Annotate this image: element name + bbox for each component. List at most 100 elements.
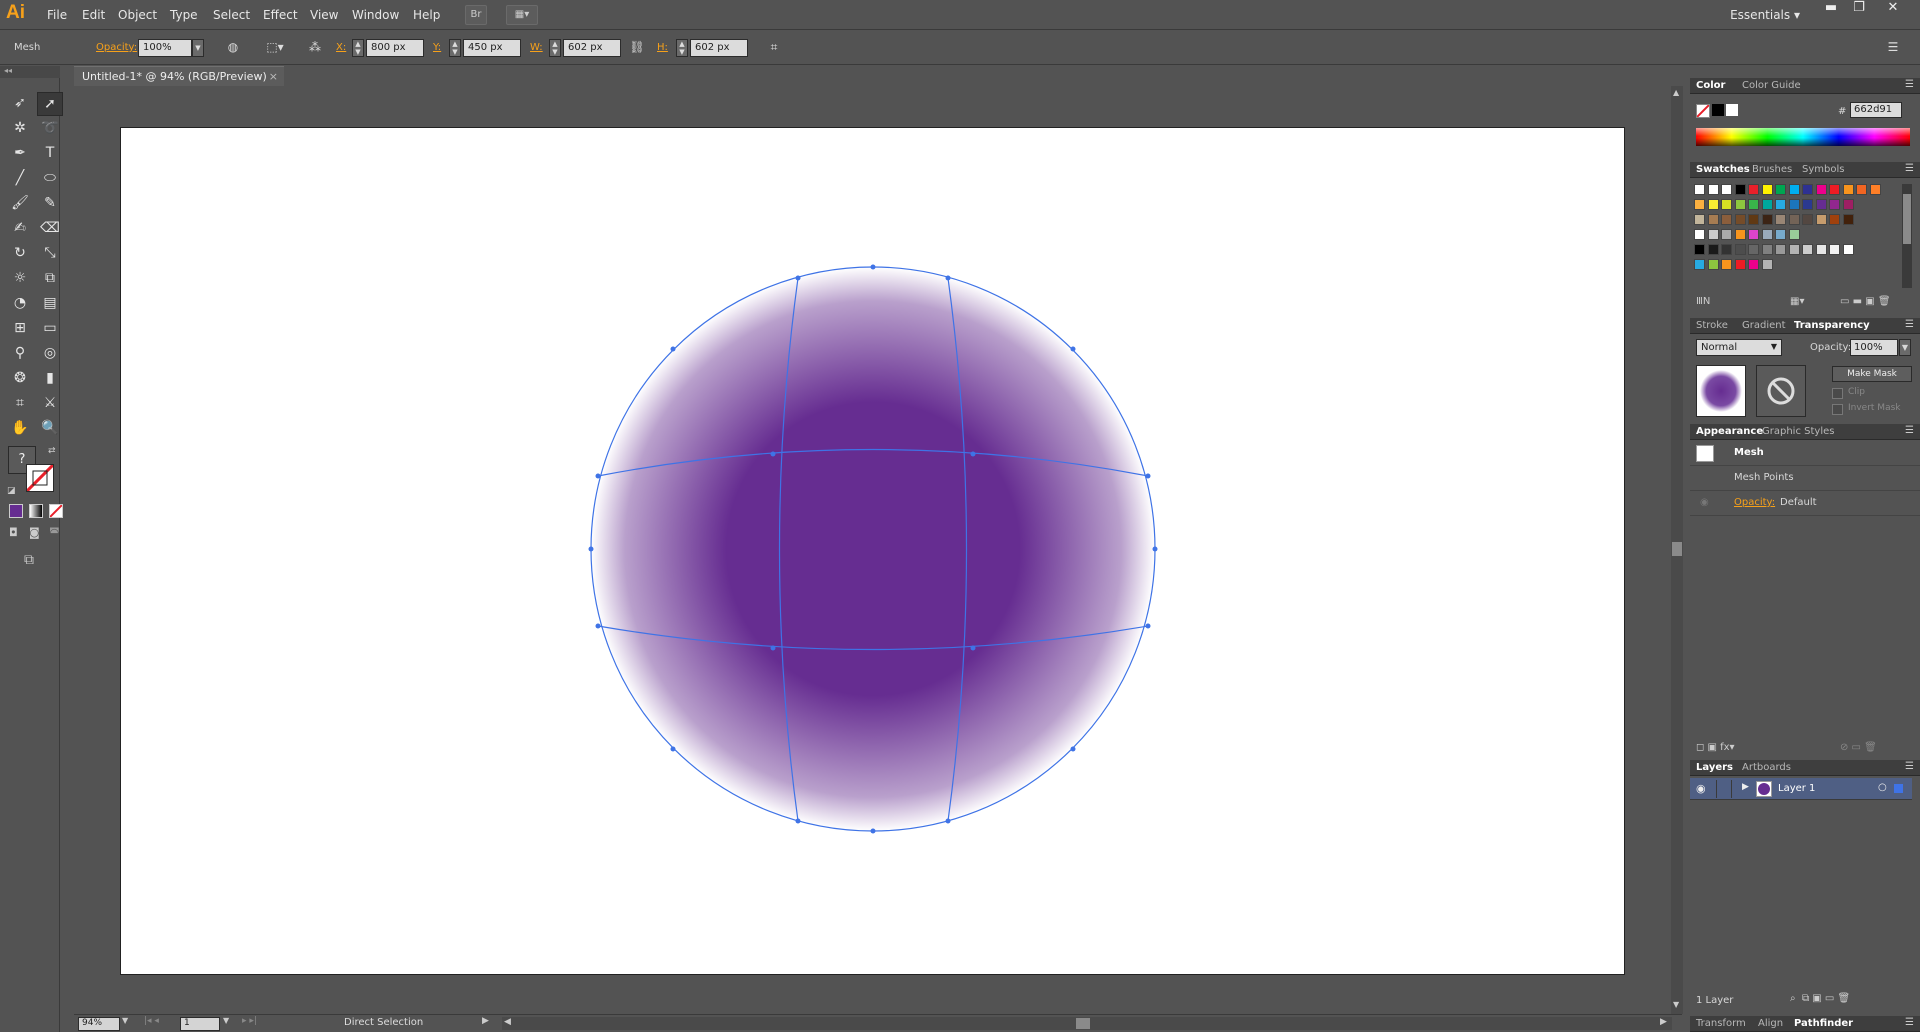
vertical-scrollbar[interactable]: ▲ ▼ bbox=[1671, 86, 1683, 1014]
swatch[interactable] bbox=[1842, 184, 1854, 195]
h-field[interactable]: 602 px bbox=[690, 39, 748, 57]
transparency-opacity-field[interactable]: 100% bbox=[1850, 339, 1898, 356]
artboard-number-field[interactable]: 1 bbox=[180, 1017, 220, 1031]
type-tool-icon[interactable]: T bbox=[37, 142, 63, 166]
swatch[interactable] bbox=[1829, 244, 1840, 255]
swatch[interactable] bbox=[1802, 244, 1813, 255]
opacity-label[interactable]: Opacity: bbox=[96, 42, 137, 53]
tab-color[interactable]: Color bbox=[1696, 80, 1725, 91]
layer-lock-toggle[interactable] bbox=[1716, 780, 1732, 798]
swatch[interactable] bbox=[1761, 259, 1773, 270]
swatch[interactable] bbox=[1775, 214, 1786, 225]
swatch[interactable] bbox=[1775, 229, 1786, 240]
tab-stroke[interactable]: Stroke bbox=[1696, 320, 1728, 331]
visibility-eye-icon[interactable]: ◉ bbox=[1700, 497, 1709, 508]
blend-mode-select[interactable]: Normal ▼ bbox=[1696, 339, 1782, 356]
swatch[interactable] bbox=[1842, 244, 1854, 255]
swatch[interactable] bbox=[1761, 184, 1773, 195]
ellipse-tool-icon[interactable]: ⬭ bbox=[37, 167, 63, 191]
artboard-dropdown-icon[interactable]: ▼ bbox=[223, 1016, 229, 1025]
layer-target-icon[interactable]: ○ bbox=[1878, 782, 1887, 793]
menu-type[interactable]: Type bbox=[170, 8, 198, 22]
clip-checkbox[interactable] bbox=[1832, 388, 1843, 399]
swatch[interactable] bbox=[1775, 244, 1786, 255]
swatch[interactable] bbox=[1842, 199, 1854, 210]
eyedropper-tool-icon[interactable]: ⚲ bbox=[7, 342, 33, 366]
layer-name[interactable]: Layer 1 bbox=[1778, 783, 1815, 794]
swatch[interactable] bbox=[1707, 199, 1719, 210]
draw-inside-icon[interactable]: ◚ bbox=[49, 526, 60, 539]
scroll-left-icon[interactable]: ◀ bbox=[504, 1017, 511, 1027]
swatch[interactable] bbox=[1815, 199, 1827, 210]
appearance-panel-menu-icon[interactable]: ☰ bbox=[1905, 425, 1914, 436]
tab-swatches[interactable]: Swatches bbox=[1696, 164, 1750, 175]
direct-selection-tool-icon[interactable]: ➚ bbox=[37, 92, 63, 116]
restore-button[interactable]: ❐ bbox=[1846, 1, 1872, 17]
selection-tool-icon[interactable]: ➶ bbox=[7, 92, 33, 116]
swatch[interactable] bbox=[1748, 259, 1759, 270]
default-fill-stroke-icon[interactable]: ◪ bbox=[7, 486, 16, 496]
swatch-kinds-icon[interactable]: ▦▾ bbox=[1790, 296, 1804, 307]
swatch[interactable] bbox=[1721, 214, 1732, 225]
layer-row[interactable]: ◉ ▶ Layer 1 ○ bbox=[1690, 778, 1912, 800]
tab-artboards[interactable]: Artboards bbox=[1742, 762, 1791, 773]
color-panel-menu-icon[interactable]: ☰ bbox=[1905, 79, 1914, 90]
swatch[interactable] bbox=[1694, 229, 1705, 240]
scale-tool-icon[interactable]: ⤡ bbox=[37, 242, 63, 266]
constrain-proportions-icon[interactable]: ⛓ bbox=[628, 40, 646, 56]
swatch[interactable] bbox=[1775, 199, 1786, 210]
swatch[interactable] bbox=[1707, 229, 1719, 240]
perspective-grid-tool-icon[interactable]: ▤ bbox=[37, 292, 63, 316]
select-similar-icon[interactable]: ⬚▾ bbox=[266, 40, 284, 56]
menu-select[interactable]: Select bbox=[213, 8, 250, 22]
transparency-panel-menu-icon[interactable]: ☰ bbox=[1905, 319, 1914, 330]
tab-appearance[interactable]: Appearance bbox=[1696, 426, 1763, 437]
none-mode-button[interactable] bbox=[49, 504, 63, 518]
swap-fill-stroke-icon[interactable]: ⇄ bbox=[48, 446, 56, 456]
make-mask-button[interactable]: Make Mask bbox=[1832, 366, 1912, 382]
appearance-row-opacity[interactable]: ◉ Opacity: Default bbox=[1690, 491, 1920, 516]
swatch[interactable] bbox=[1721, 199, 1732, 210]
swatch[interactable] bbox=[1734, 259, 1746, 270]
artboard-tool-icon[interactable]: ⌗ bbox=[7, 392, 33, 416]
swatch[interactable] bbox=[1721, 229, 1732, 240]
y-stepper[interactable]: ▲ ▼ bbox=[449, 39, 461, 57]
opacity-dropdown[interactable]: ▼ bbox=[192, 39, 204, 57]
swatch-grid[interactable] bbox=[1694, 184, 1894, 294]
color-spectrum-bar[interactable] bbox=[1696, 128, 1910, 146]
layers-panel-menu-icon[interactable]: ☰ bbox=[1905, 761, 1914, 772]
color-none-swatch[interactable] bbox=[1696, 104, 1710, 118]
status-menu-icon[interactable]: ▶ bbox=[482, 1016, 489, 1026]
swatch[interactable] bbox=[1815, 214, 1827, 225]
bridge-button[interactable]: Br bbox=[465, 5, 487, 25]
transparency-opacity-dropdown[interactable]: ▼ bbox=[1899, 339, 1911, 356]
swatch[interactable] bbox=[1788, 244, 1800, 255]
w-field[interactable]: 602 px bbox=[563, 39, 621, 57]
swatch[interactable] bbox=[1829, 199, 1840, 210]
x-field[interactable]: 800 px bbox=[366, 39, 424, 57]
menu-view[interactable]: View bbox=[310, 8, 338, 22]
swatch[interactable] bbox=[1707, 184, 1719, 195]
swatch[interactable] bbox=[1721, 184, 1732, 195]
swatch[interactable] bbox=[1748, 214, 1759, 225]
tab-transparency[interactable]: Transparency bbox=[1794, 320, 1870, 331]
menu-file[interactable]: File bbox=[47, 8, 67, 22]
menu-object[interactable]: Object bbox=[118, 8, 157, 22]
blob-brush-tool-icon[interactable]: ✍ bbox=[7, 217, 33, 241]
swatch[interactable] bbox=[1802, 199, 1813, 210]
hand-tool-icon[interactable]: ✋ bbox=[7, 417, 33, 441]
horizontal-scroll-thumb[interactable] bbox=[1076, 1018, 1090, 1029]
warp-tool-icon[interactable]: ☼ bbox=[7, 267, 33, 291]
layers-footer-icons[interactable]: ⌕ ⧉ ▣ ▭ 🗑 bbox=[1790, 993, 1850, 1004]
swatch[interactable] bbox=[1869, 184, 1881, 195]
tools-collapse-grip[interactable]: ◂◂ bbox=[0, 66, 60, 78]
transform-icon[interactable]: ⌗ bbox=[765, 40, 783, 56]
swatch[interactable] bbox=[1829, 184, 1840, 195]
swatch[interactable] bbox=[1694, 244, 1705, 255]
arrange-documents-button[interactable]: ▦▾ bbox=[506, 5, 538, 25]
paintbrush-tool-icon[interactable]: 🖌 bbox=[7, 192, 33, 216]
zoom-field[interactable]: 94% bbox=[78, 1017, 120, 1031]
swatches-scrollbar[interactable] bbox=[1902, 184, 1912, 288]
x-stepper[interactable]: ▲ ▼ bbox=[352, 39, 364, 57]
tab-layers[interactable]: Layers bbox=[1696, 762, 1733, 773]
